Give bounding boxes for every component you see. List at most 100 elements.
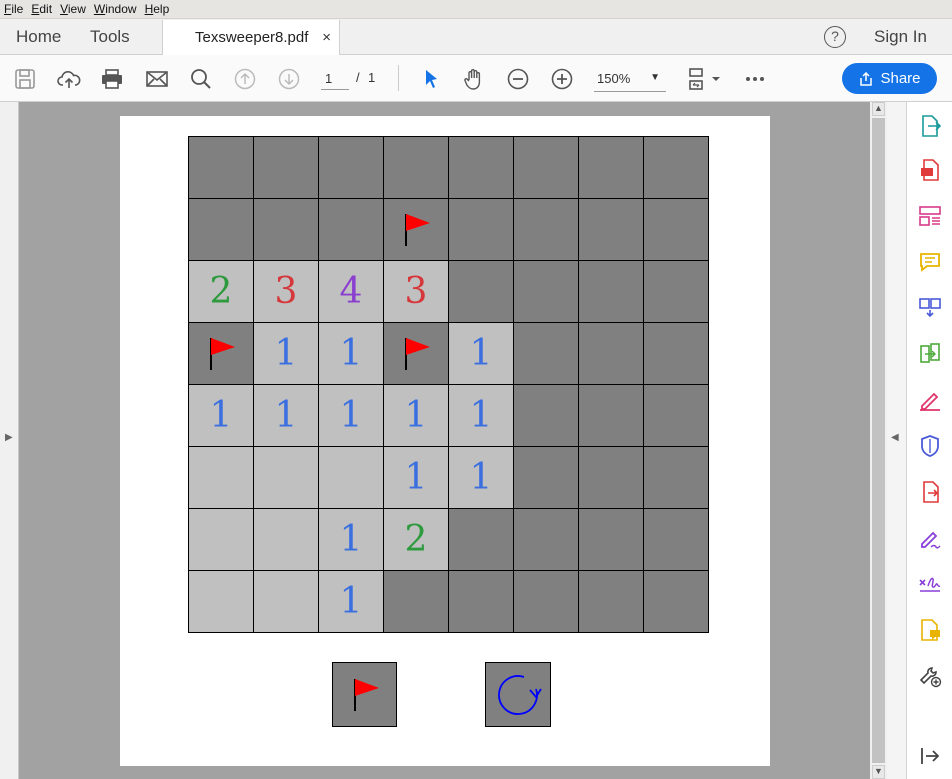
scrollbar-thumb[interactable]: [872, 118, 885, 763]
board-cell[interactable]: [188, 136, 254, 199]
board-cell[interactable]: 1: [448, 322, 514, 385]
collapse-tools-pane-icon[interactable]: [918, 744, 942, 768]
previous-page-icon[interactable]: [232, 66, 258, 92]
right-panel-toggle[interactable]: ◀: [887, 102, 906, 779]
board-cell[interactable]: [188, 508, 254, 571]
menu-edit[interactable]: Edit: [27, 0, 56, 19]
board-cell[interactable]: [383, 198, 449, 261]
protect-icon[interactable]: [918, 434, 942, 458]
board-cell[interactable]: [253, 198, 319, 261]
board-cell[interactable]: [383, 322, 449, 385]
board-cell[interactable]: [513, 570, 579, 633]
vertical-scrollbar[interactable]: ▲ ▼: [870, 102, 887, 779]
board-cell[interactable]: 2: [188, 260, 254, 323]
board-cell[interactable]: [188, 198, 254, 261]
board-cell[interactable]: [578, 508, 644, 571]
document-tab[interactable]: Texsweeper8.pdf ×: [162, 20, 340, 55]
menu-view[interactable]: View: [56, 0, 90, 19]
expand-left-panel-icon[interactable]: ▶: [5, 432, 13, 443]
board-cell[interactable]: 1: [448, 384, 514, 447]
board-cell[interactable]: [188, 322, 254, 385]
organize-pages-icon[interactable]: [918, 204, 942, 228]
board-cell[interactable]: 3: [383, 260, 449, 323]
board-cell[interactable]: [578, 198, 644, 261]
board-cell[interactable]: 1: [318, 508, 384, 571]
board-cell[interactable]: [383, 136, 449, 199]
board-cell[interactable]: [513, 136, 579, 199]
board-cell[interactable]: [643, 384, 709, 447]
edit-pdf-icon[interactable]: [918, 388, 942, 412]
select-cursor-icon[interactable]: [418, 66, 444, 92]
save-icon[interactable]: [12, 66, 38, 92]
cloud-upload-icon[interactable]: [56, 66, 82, 92]
board-cell[interactable]: [578, 260, 644, 323]
page-number-input[interactable]: [321, 68, 349, 90]
board-cell[interactable]: [643, 322, 709, 385]
board-cell[interactable]: [318, 136, 384, 199]
export-to-pdf-icon[interactable]: [918, 480, 942, 504]
send-for-comments-icon[interactable]: [918, 618, 942, 642]
board-cell[interactable]: [513, 198, 579, 261]
zoom-in-icon[interactable]: [549, 66, 575, 92]
board-cell[interactable]: 1: [383, 446, 449, 509]
home-tab[interactable]: Home: [16, 19, 61, 55]
export-pdf-icon[interactable]: [918, 114, 942, 138]
fill-and-sign-icon[interactable]: [918, 526, 942, 550]
zoom-out-icon[interactable]: [505, 66, 531, 92]
board-cell[interactable]: 3: [253, 260, 319, 323]
board-cell[interactable]: [643, 198, 709, 261]
board-cell[interactable]: [448, 198, 514, 261]
document-viewer[interactable]: 23431111111111121: [19, 102, 870, 779]
board-cell[interactable]: [643, 508, 709, 571]
board-cell[interactable]: [188, 446, 254, 509]
hand-tool-icon[interactable]: [461, 66, 487, 92]
board-cell[interactable]: [578, 136, 644, 199]
tools-tab[interactable]: Tools: [90, 19, 130, 55]
help-icon[interactable]: ?: [824, 26, 846, 48]
board-cell[interactable]: 1: [383, 384, 449, 447]
more-options-icon[interactable]: [742, 66, 768, 92]
board-cell[interactable]: [253, 136, 319, 199]
board-cell[interactable]: [253, 570, 319, 633]
create-pdf-icon[interactable]: [918, 158, 942, 182]
board-cell[interactable]: [643, 446, 709, 509]
board-cell[interactable]: [448, 508, 514, 571]
board-cell[interactable]: [253, 508, 319, 571]
flag-mode-button[interactable]: [332, 662, 397, 727]
compare-files-icon[interactable]: [918, 342, 942, 366]
reset-button[interactable]: [485, 662, 551, 727]
board-cell[interactable]: [448, 260, 514, 323]
close-tab-icon[interactable]: ×: [322, 20, 331, 56]
board-cell[interactable]: [513, 260, 579, 323]
board-cell[interactable]: [643, 570, 709, 633]
menu-file[interactable]: File: [0, 0, 27, 19]
board-cell[interactable]: [188, 570, 254, 633]
scroll-down-icon[interactable]: ▼: [872, 765, 885, 779]
left-panel-toggle[interactable]: ▶: [0, 102, 19, 779]
page-fit-chevron-icon[interactable]: [710, 66, 722, 92]
combine-files-icon[interactable]: [918, 296, 942, 320]
board-cell[interactable]: [513, 384, 579, 447]
menu-window[interactable]: Window: [90, 0, 141, 19]
board-cell[interactable]: [578, 570, 644, 633]
board-cell[interactable]: 4: [318, 260, 384, 323]
board-cell[interactable]: [643, 260, 709, 323]
board-cell[interactable]: [448, 570, 514, 633]
board-cell[interactable]: 1: [318, 322, 384, 385]
next-page-icon[interactable]: [276, 66, 302, 92]
board-cell[interactable]: 1: [253, 384, 319, 447]
board-cell[interactable]: [383, 570, 449, 633]
board-cell[interactable]: [578, 322, 644, 385]
board-cell[interactable]: [578, 384, 644, 447]
page-fit-icon[interactable]: [686, 66, 712, 92]
board-cell[interactable]: [513, 446, 579, 509]
board-cell[interactable]: [513, 322, 579, 385]
scroll-up-icon[interactable]: ▲: [872, 102, 885, 116]
board-cell[interactable]: [578, 446, 644, 509]
collapse-right-panel-icon[interactable]: ◀: [891, 432, 899, 443]
share-button[interactable]: Share: [842, 63, 937, 94]
sign-in-link[interactable]: Sign In: [874, 19, 927, 55]
board-cell[interactable]: [643, 136, 709, 199]
comment-icon[interactable]: [918, 250, 942, 274]
menu-help[interactable]: Help: [141, 0, 174, 19]
